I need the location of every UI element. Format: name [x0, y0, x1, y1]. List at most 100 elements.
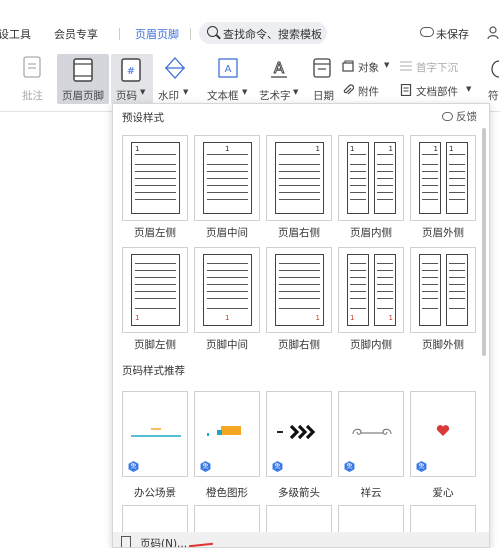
preset-footer-center[interactable]: 1: [194, 247, 260, 333]
text-line: [449, 270, 465, 271]
scrollbar[interactable]: [482, 128, 486, 356]
feedback-label: 反馈: [456, 111, 477, 123]
preset-header-left[interactable]: 1: [122, 135, 188, 221]
text-line: [449, 263, 465, 264]
search-icon: [207, 26, 218, 37]
cloud-preview: [352, 428, 392, 435]
feedback-link[interactable]: 反馈: [442, 109, 477, 124]
preset-caption: 页脚外侧: [422, 339, 464, 351]
text-line: [279, 284, 320, 285]
text-line: [279, 192, 320, 193]
style-auspicious-cloud[interactable]: 免: [338, 391, 404, 477]
object-icon: [342, 60, 354, 72]
page-number-sample: 1: [225, 314, 230, 322]
textbox-button[interactable]: 文本框: [207, 88, 239, 103]
text-line: [207, 284, 248, 285]
text-line: [135, 178, 176, 179]
text-line: [377, 192, 393, 193]
text-line: [350, 308, 366, 309]
preset-caption: 页脚左侧: [134, 339, 176, 351]
text-line: [377, 178, 393, 179]
menu-bar: 设工具 会员专享 页眉页脚 查找命令、搜索模板 未保存: [0, 18, 500, 48]
object-button[interactable]: 对象: [358, 60, 379, 75]
text-line: [449, 308, 465, 309]
dropcap-button[interactable]: 首字下沉: [416, 60, 458, 75]
style-office[interactable]: 免: [122, 391, 188, 477]
menu-tools-partial[interactable]: 设工具: [0, 26, 31, 42]
text-line: [449, 171, 465, 172]
text-line: [279, 270, 320, 271]
style-multilevel-arrow[interactable]: 免: [266, 391, 332, 477]
preset-header-right[interactable]: 1: [266, 135, 332, 221]
text-line: [207, 263, 248, 264]
text-line: [422, 192, 438, 193]
text-line: [350, 185, 366, 186]
date-button[interactable]: 日期: [313, 88, 334, 103]
page-number-dialog-item[interactable]: 页码(N)...: [113, 532, 489, 547]
page-icon: [121, 536, 131, 547]
menu-member[interactable]: 会员专享: [54, 26, 98, 42]
text-line: [449, 298, 465, 299]
preset-footer-right[interactable]: 1: [266, 247, 332, 333]
page-number-sample: 1: [135, 145, 140, 153]
page-preview-left: 1: [419, 142, 441, 214]
text-line: [377, 171, 393, 172]
preset-section-title: 预设样式: [122, 112, 164, 124]
text-line: [422, 185, 438, 186]
text-line: [449, 284, 465, 285]
preset-caption: 页眉外侧: [422, 227, 464, 239]
text-line: [279, 308, 320, 309]
text-line: [207, 154, 248, 155]
text-line: [377, 185, 393, 186]
page-number-sample: 1: [350, 145, 355, 153]
text-line: [377, 291, 393, 292]
user-icon[interactable]: [487, 26, 499, 39]
search-box[interactable]: 查找命令、搜索模板: [199, 22, 327, 44]
comment-button[interactable]: 批注: [22, 88, 43, 103]
chat-bubble-icon: [442, 112, 453, 121]
tab-header-footer[interactable]: 页眉页脚: [135, 26, 179, 42]
text-line: [350, 284, 366, 285]
text-line: [422, 171, 438, 172]
text-line: [350, 192, 366, 193]
chevron-down-icon: ▼: [140, 88, 146, 96]
page-number-sample: 1: [135, 314, 140, 322]
text-line: [279, 298, 320, 299]
text-line: [377, 284, 393, 285]
symbol-button-partial[interactable]: 符: [488, 88, 499, 103]
doc-parts-button[interactable]: 文档部件: [416, 84, 458, 99]
text-line: [279, 154, 320, 155]
preset-header-outside[interactable]: 1 1: [410, 135, 476, 221]
text-line: [279, 171, 320, 172]
preset-footer-left[interactable]: 1: [122, 247, 188, 333]
wordart-button[interactable]: 艺术字: [259, 88, 291, 103]
page-number-sample: 1: [315, 145, 320, 153]
page-preview: 1: [203, 142, 252, 214]
preset-footer-outside[interactable]: [410, 247, 476, 333]
preset-caption: 页脚内侧: [350, 339, 392, 351]
style-caption: 祥云: [360, 487, 382, 499]
page-preview-left: 1: [347, 142, 369, 214]
svg-text:A: A: [225, 64, 232, 75]
style-heart[interactable]: 免: [410, 391, 476, 477]
text-line: [135, 192, 176, 193]
text-line: [377, 277, 393, 278]
page-number-sample: 1: [388, 145, 393, 153]
text-line: [377, 270, 393, 271]
paperclip-icon: [343, 84, 354, 95]
preset-header-inside[interactable]: 1 1: [338, 135, 404, 221]
text-line: [135, 263, 176, 264]
watermark-button[interactable]: 水印: [158, 88, 179, 103]
menu-divider: [190, 28, 191, 40]
style-orange-shape[interactable]: 免: [194, 391, 260, 477]
preset-footer-inside[interactable]: 1 1: [338, 247, 404, 333]
calendar-icon: [313, 58, 331, 78]
free-badge: 免: [344, 461, 355, 472]
preset-header-center[interactable]: 1: [194, 135, 260, 221]
text-line: [350, 277, 366, 278]
unsaved-status[interactable]: 未保存: [436, 26, 469, 42]
attachment-button[interactable]: 附件: [358, 84, 379, 99]
text-line: [135, 270, 176, 271]
style-caption: 办公场景: [134, 487, 176, 499]
page-preview: 1: [275, 142, 324, 214]
